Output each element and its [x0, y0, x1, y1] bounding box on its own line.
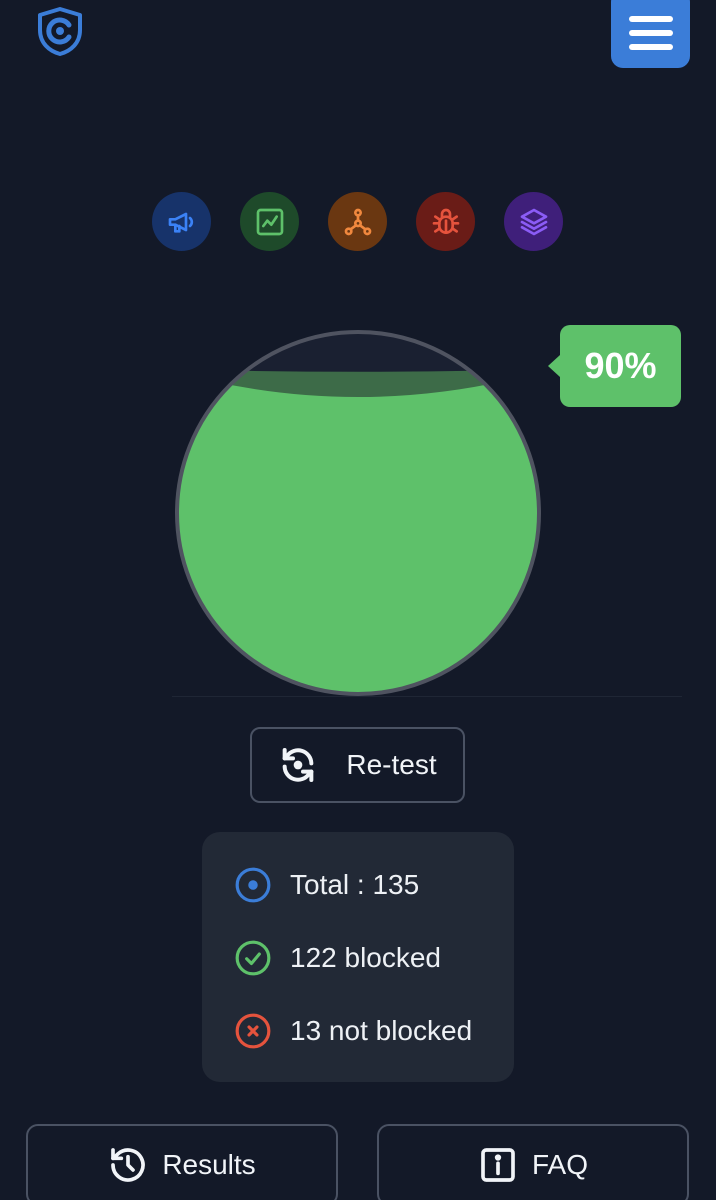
retest-label: Re-test	[346, 749, 437, 780]
total-row: Total : 135	[202, 865, 514, 905]
blocked-row: 122 blocked	[202, 938, 514, 978]
percent-badge: 90%	[548, 325, 681, 407]
tracking-category-button[interactable]	[328, 192, 387, 251]
x-circle-icon	[235, 1013, 271, 1049]
retest-button[interactable]: Re-test	[250, 727, 465, 803]
results-summary-card: Total : 135 122 blocked 13 not blocked	[202, 832, 514, 1082]
faq-button[interactable]: FAQ	[377, 1124, 689, 1200]
history-icon	[111, 1148, 146, 1182]
target-icon	[235, 867, 271, 903]
not-blocked-row: 13 not blocked	[202, 1011, 514, 1051]
gauge-fill	[178, 369, 538, 693]
app-screen: 90% Re-test Total : 135 122 blocked 13 n…	[0, 0, 716, 1200]
not-blocked-count: 13 not blocked	[290, 1015, 473, 1046]
blocked-count: 122 blocked	[290, 942, 442, 973]
hamburger-menu-icon	[628, 16, 673, 22]
hamburger-menu-button[interactable]	[611, 0, 690, 68]
block-rate-gauge	[175, 330, 541, 696]
results-label: Results	[162, 1149, 256, 1180]
results-button[interactable]: Results	[26, 1124, 338, 1200]
shield-logo-icon[interactable]	[36, 6, 84, 56]
megaphone-icon	[168, 212, 193, 233]
network-nodes-icon	[344, 208, 371, 235]
faq-label: FAQ	[531, 1149, 588, 1180]
analytics-category-button[interactable]	[240, 192, 299, 251]
error-trackers-category-button[interactable]	[416, 192, 475, 251]
check-circle-icon	[235, 940, 271, 976]
divider	[172, 696, 682, 697]
chart-icon	[256, 208, 283, 235]
bug-icon	[432, 208, 459, 234]
refresh-icon	[283, 748, 314, 782]
category-icons	[152, 192, 563, 251]
misc-category-button[interactable]	[504, 192, 563, 251]
layers-icon	[520, 208, 547, 235]
total-count: Total : 135	[290, 869, 420, 900]
info-icon	[481, 1148, 515, 1182]
ads-category-button[interactable]	[152, 192, 211, 251]
